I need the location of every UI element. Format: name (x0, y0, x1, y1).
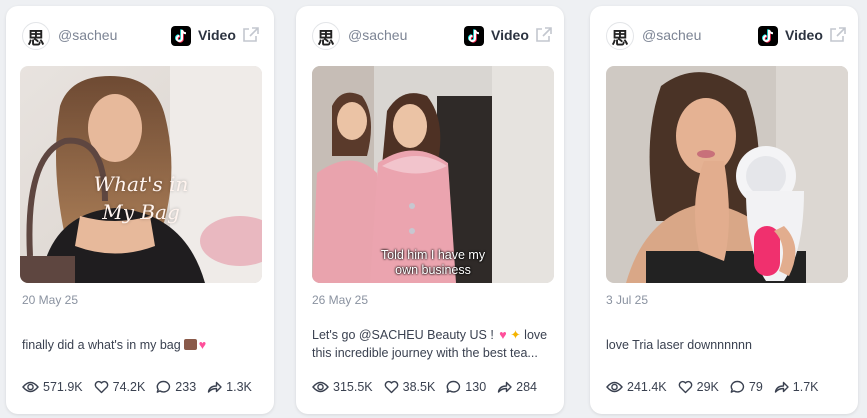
comments-count: 79 (748, 380, 763, 394)
comments-count: 130 (465, 380, 487, 394)
heart-emoji-icon: ♥ (499, 328, 507, 342)
post-card[interactable]: 思 @sacheu Video What's in My Bag 20 May … (6, 6, 274, 414)
tiktok-icon (758, 26, 778, 46)
post-caption: love Tria laser downnnnnn (606, 336, 844, 354)
caption-text: finally did a what's in my bag (22, 338, 181, 352)
platform-label: Video (785, 27, 823, 43)
external-link-icon[interactable] (535, 26, 553, 44)
likes-count: 74.2K (112, 380, 146, 394)
video-thumbnail[interactable] (606, 66, 848, 283)
video-thumbnail[interactable]: What's in My Bag (20, 66, 262, 283)
platform-label: Video (491, 27, 529, 43)
eye-icon (606, 381, 623, 393)
author-handle[interactable]: @sacheu (642, 27, 701, 43)
share-icon (207, 381, 222, 393)
comments-stat: 130 (446, 380, 486, 394)
engagement-stats: 315.5K 38.5K 130 284 (312, 380, 548, 394)
views-count: 315.5K (333, 380, 373, 394)
share-icon (774, 381, 789, 393)
likes-stat: 74.2K (94, 380, 146, 394)
views-stat: 315.5K (312, 380, 373, 394)
avatar[interactable]: 思 (22, 22, 50, 50)
likes-count: 29K (696, 380, 719, 394)
video-thumbnail[interactable]: Told him I have my own business (312, 66, 554, 283)
handbag-icon (183, 339, 197, 350)
post-date: 3 Jul 25 (606, 293, 649, 307)
avatar[interactable]: 思 (312, 22, 340, 50)
post-caption: finally did a what's in my bag ♥ (22, 336, 260, 354)
views-count: 571.9K (43, 380, 83, 394)
heart-emoji-icon: ♥ (198, 338, 207, 352)
overlay-text: My Bag (102, 200, 180, 224)
eye-icon (22, 381, 39, 393)
eye-icon (312, 381, 329, 393)
post-card[interactable]: 思 @sacheu Video Told him I have my own b… (296, 6, 564, 414)
views-stat: 241.4K (606, 380, 667, 394)
external-link-icon[interactable] (829, 26, 847, 44)
caption-text: love Tria laser downnnnnn (606, 338, 752, 352)
overlay-text: Told him I have my (380, 248, 486, 262)
shares-count: 1.7K (792, 380, 819, 394)
external-link-icon[interactable] (242, 26, 260, 44)
sparkles-icon: ✦ (510, 328, 521, 342)
views-count: 241.4K (627, 380, 667, 394)
comments-stat: 233 (156, 380, 196, 394)
post-caption: Let's go @SACHEU Beauty US ! ♥ ✦ love th… (312, 326, 550, 362)
tiktok-icon (464, 26, 484, 46)
engagement-stats: 241.4K 29K 79 1.7K (606, 380, 830, 394)
engagement-stats: 571.9K 74.2K 233 1.3K (22, 380, 263, 394)
post-date: 26 May 25 (312, 293, 369, 307)
likes-count: 38.5K (402, 380, 436, 394)
author-handle[interactable]: @sacheu (58, 27, 117, 43)
platform-label: Video (198, 27, 236, 43)
heart-icon (678, 380, 692, 394)
comment-icon (730, 380, 745, 393)
comment-icon (446, 380, 461, 393)
comment-icon (156, 380, 171, 393)
card-header: 思 @sacheu Video (6, 6, 274, 64)
caption-text: Let's go @SACHEU Beauty US ! (312, 328, 498, 342)
likes-stat: 38.5K (384, 380, 436, 394)
comments-stat: 79 (730, 380, 763, 394)
caption-text: love (524, 328, 548, 342)
share-icon (497, 381, 512, 393)
shares-stat: 1.3K (207, 380, 252, 394)
caption-text: this incredible journey with the best te… (312, 346, 538, 360)
post-card[interactable]: 思 @sacheu Video 3 Jul 25 love Tria laser… (590, 6, 858, 414)
card-header: 思 @sacheu Video (590, 6, 858, 64)
shares-count: 284 (516, 380, 538, 394)
card-header: 思 @sacheu Video (296, 6, 564, 64)
shares-stat: 1.7K (774, 380, 819, 394)
heart-icon (94, 380, 108, 394)
shares-stat: 284 (497, 380, 537, 394)
views-stat: 571.9K (22, 380, 83, 394)
likes-stat: 29K (678, 380, 719, 394)
overlay-text: What's in (93, 172, 189, 196)
avatar[interactable]: 思 (606, 22, 634, 50)
author-handle[interactable]: @sacheu (348, 27, 407, 43)
overlay-text: own business (395, 263, 471, 277)
tiktok-icon (171, 26, 191, 46)
post-date: 20 May 25 (22, 293, 79, 307)
comments-count: 233 (175, 380, 197, 394)
shares-count: 1.3K (226, 380, 252, 394)
heart-icon (384, 380, 398, 394)
